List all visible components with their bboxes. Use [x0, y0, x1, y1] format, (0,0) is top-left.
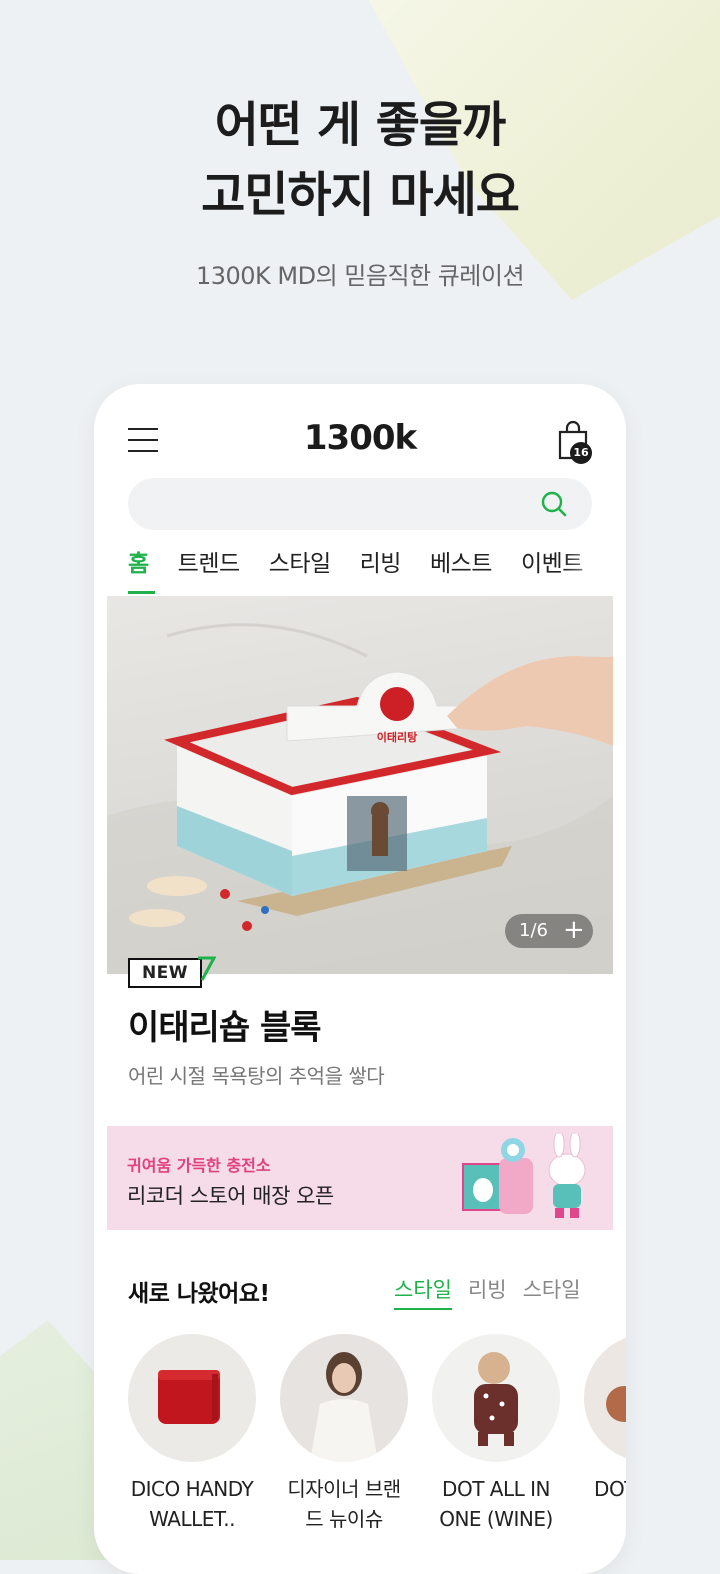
hero-product-title[interactable]: 이태리숍 블록 — [128, 1000, 322, 1049]
phone-screen: 1300k 16 홈 트렌드 스타일 리빙 베스트 이벤트 이태리탕 1/6 +… — [94, 384, 626, 1574]
hero-image[interactable]: 이태리탕 1/6 + — [107, 596, 613, 974]
filter-style-2[interactable]: 스타일 — [523, 1274, 581, 1304]
new-badge: NEW — [128, 956, 218, 988]
hero-product-description: 어린 시절 목욕탕의 추억을 쌓다 — [128, 1064, 385, 1088]
app-header: 1300k 16 — [94, 384, 626, 474]
product-card[interactable]: DOT ALL IN ONE — [584, 1334, 626, 1534]
app-logo[interactable]: 1300k — [274, 418, 446, 458]
new-arrivals-title: 새로 나왔어요! — [128, 1281, 270, 1307]
tabs-fade-overlay — [564, 544, 626, 594]
hero-counter-text: 1/6 — [519, 920, 548, 941]
product-thumbnail — [280, 1334, 408, 1462]
product-name: 디자이너 브랜드 뉴이슈 — [287, 1477, 401, 1531]
new-arrivals-filters: 스타일 리빙 스타일 — [394, 1274, 604, 1310]
tab-trend[interactable]: 트렌드 — [178, 544, 240, 594]
tab-living[interactable]: 리빙 — [360, 544, 402, 594]
promo-headline: 어떤 게 좋을까 고민하지 마세요 — [0, 90, 720, 230]
promo-banner[interactable]: 귀여움 가득한 충전소 리코더 스토어 매장 오픈 — [107, 1126, 613, 1230]
product-card[interactable]: DOT ALL IN ONE (WINE) — [432, 1334, 560, 1534]
plus-icon: + — [563, 915, 585, 945]
search-icon[interactable] — [540, 490, 568, 518]
tab-best[interactable]: 베스트 — [430, 544, 492, 594]
category-tabs: 홈 트렌드 스타일 리빙 베스트 이벤트 — [128, 544, 606, 598]
headline-line-2: 고민하지 마세요 — [201, 167, 520, 223]
product-card[interactable]: DICO HANDY WALLET.. — [128, 1334, 256, 1534]
menu-icon[interactable] — [128, 428, 158, 454]
hero-sign-text: 이태리탕 — [377, 730, 417, 744]
hero-slide-counter[interactable]: 1/6 + — [505, 914, 593, 948]
product-thumbnail — [432, 1334, 560, 1462]
filter-living[interactable]: 리빙 — [468, 1274, 507, 1304]
product-name: DOT ALL IN ONE — [594, 1477, 626, 1501]
promo-subhead: 1300K MD의 믿음직한 큐레이션 — [195, 262, 525, 290]
product-thumbnail — [128, 1334, 256, 1462]
banner-title: 리코더 스토어 매장 오픈 — [127, 1184, 334, 1208]
new-arrivals-list: DICO HANDY WALLET.. 디자이너 브랜드 뉴이슈 DOT ALL… — [128, 1334, 626, 1554]
new-badge-accent-icon — [198, 956, 216, 981]
cart-count-badge: 16 — [570, 442, 592, 464]
tab-style[interactable]: 스타일 — [269, 544, 331, 594]
tab-home[interactable]: 홈 — [128, 544, 155, 594]
product-name: DOT ALL IN ONE (WINE) — [439, 1477, 553, 1531]
new-badge-label: NEW — [128, 958, 202, 988]
filter-style[interactable]: 스타일 — [394, 1274, 452, 1310]
product-name: DICO HANDY WALLET.. — [130, 1477, 254, 1531]
banner-illustration — [462, 1134, 586, 1218]
headline-line-1: 어떤 게 좋을까 — [214, 97, 506, 153]
search-input[interactable] — [128, 478, 592, 530]
product-thumbnail — [584, 1334, 626, 1462]
banner-subtitle: 귀여움 가득한 충전소 — [127, 1156, 271, 1175]
product-card[interactable]: 디자이너 브랜드 뉴이슈 — [280, 1334, 408, 1534]
